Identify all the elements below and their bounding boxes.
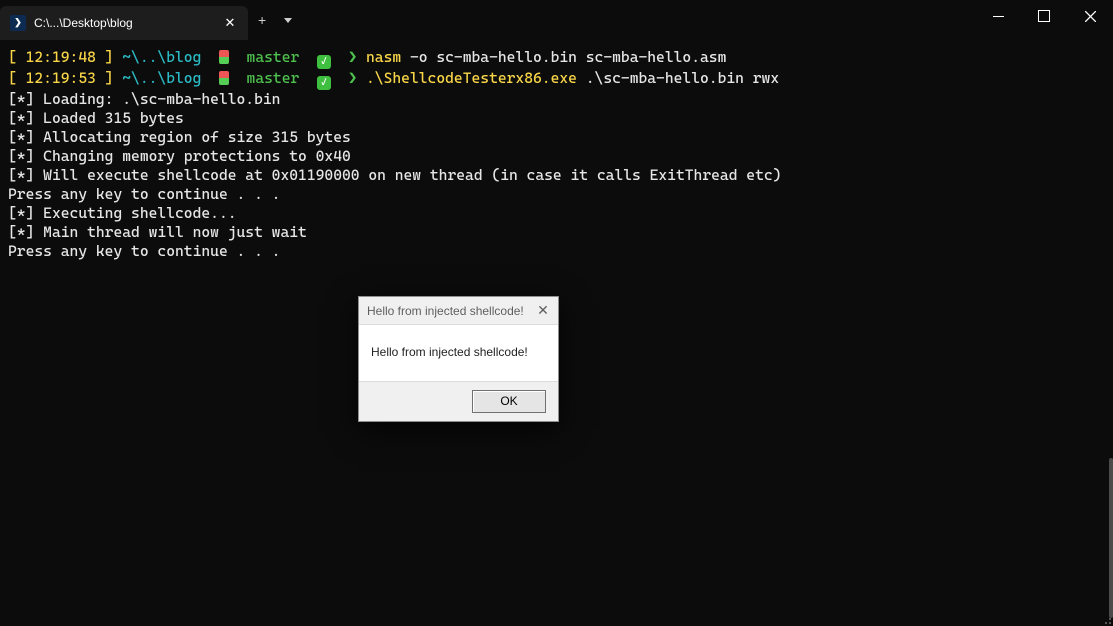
prompt-time-bracket: [ <box>8 48 26 66</box>
output-line: Press any key to continue . . . <box>8 242 280 260</box>
git-status-ok-icon: ✓ <box>317 76 331 90</box>
output-line: [*] Allocating region of size 315 bytes <box>8 128 351 146</box>
terminal-viewport[interactable]: [ 12:19:48 ] ~\..\blog master ✓ ❯ nasm -… <box>0 40 1113 269</box>
cmd-args: .\sc-mba-hello.bin rwx <box>577 69 779 87</box>
output-line: [*] Executing shellcode... <box>8 204 237 222</box>
prompt-branch: master <box>247 69 300 87</box>
prompt-time-bracket: ] <box>96 69 114 87</box>
resize-grip-icon[interactable] <box>1101 614 1111 624</box>
prompt-path: ~\..\blog <box>122 48 201 66</box>
prompt-time: 12:19:53 <box>26 69 96 87</box>
cmd-program: .\ShellcodeTesterx86.exe <box>366 69 577 87</box>
minimize-button[interactable] <box>975 0 1021 32</box>
window-titlebar: C:\...\Desktop\blog ✕ + <box>0 0 1113 40</box>
scrollbar-thumb[interactable] <box>1109 458 1113 618</box>
powershell-icon <box>10 15 26 31</box>
dialog-footer: OK <box>359 381 558 421</box>
close-icon <box>1085 11 1096 22</box>
prompt-time-bracket: [ <box>8 69 26 87</box>
ok-button[interactable]: OK <box>472 390 546 413</box>
prompt-chevron: ❯ <box>348 48 357 66</box>
prompt-path: ~\..\blog <box>122 69 201 87</box>
output-line: Press any key to continue . . . <box>8 185 280 203</box>
prompt-time: 12:19:48 <box>26 48 96 66</box>
output-line: [*] Changing memory protections to 0x40 <box>8 147 351 165</box>
dialog-messagebox: Hello from injected shellcode! ✕ Hello f… <box>358 296 559 422</box>
dialog-titlebar[interactable]: Hello from injected shellcode! ✕ <box>359 297 558 325</box>
prompt-time-bracket: ] <box>96 48 114 66</box>
window-controls <box>975 0 1113 40</box>
tab-title: C:\...\Desktop\blog <box>34 16 222 30</box>
chevron-down-icon <box>284 18 292 23</box>
dialog-title: Hello from injected shellcode! <box>367 304 528 318</box>
tab-active[interactable]: C:\...\Desktop\blog ✕ <box>0 6 248 40</box>
git-status-ok-icon: ✓ <box>317 55 331 69</box>
git-dirty-icon <box>219 50 229 64</box>
prompt-branch: master <box>247 48 300 66</box>
tab-close-icon[interactable]: ✕ <box>222 15 238 31</box>
tab-actions: + <box>248 0 292 40</box>
output-line: [*] Main thread will now just wait <box>8 223 307 241</box>
cmd-program: nasm <box>366 48 401 66</box>
output-line: [*] Loading: .\sc-mba-hello.bin <box>8 90 280 108</box>
prompt-chevron: ❯ <box>348 69 357 87</box>
tab-dropdown-button[interactable] <box>284 12 292 28</box>
dialog-body: Hello from injected shellcode! <box>359 325 558 381</box>
output-line: [*] Loaded 315 bytes <box>8 109 184 127</box>
window-close-button[interactable] <box>1067 0 1113 32</box>
new-tab-button[interactable]: + <box>258 12 266 28</box>
dialog-close-button[interactable]: ✕ <box>528 297 558 324</box>
cmd-args: -o sc-mba-hello.bin sc-mba-hello.asm <box>401 48 726 66</box>
git-dirty-icon <box>219 71 229 85</box>
output-line: [*] Will execute shellcode at 0x01190000… <box>8 166 781 184</box>
maximize-button[interactable] <box>1021 0 1067 32</box>
